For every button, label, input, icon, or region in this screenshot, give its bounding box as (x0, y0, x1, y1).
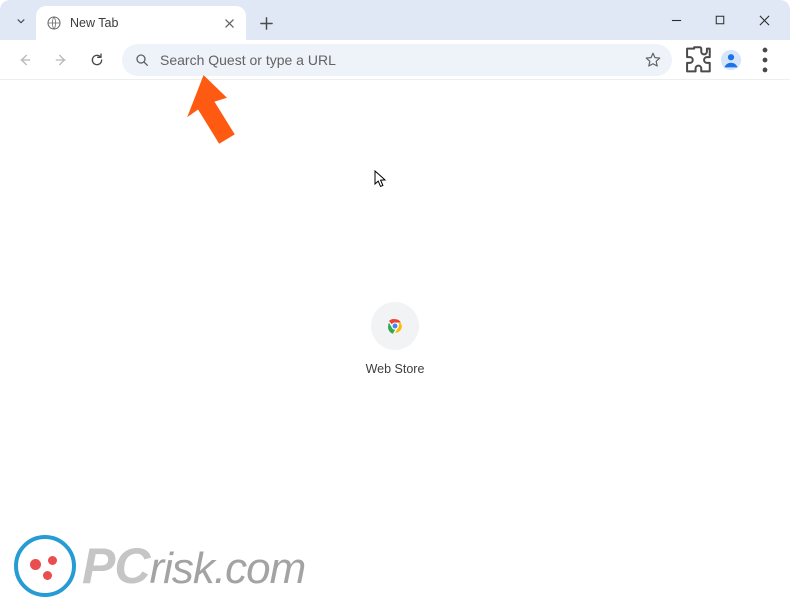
close-icon (759, 15, 770, 26)
browser-toolbar (0, 40, 790, 80)
new-tab-page: Web Store (0, 80, 790, 613)
chevron-down-icon (14, 14, 28, 28)
shortcut-web-store[interactable]: Web Store (339, 302, 451, 376)
puzzle-icon (680, 43, 714, 77)
new-tab-button[interactable] (252, 9, 280, 37)
extensions-button[interactable] (680, 43, 714, 77)
address-bar[interactable] (122, 44, 672, 76)
forward-button[interactable] (44, 43, 78, 77)
maximize-icon (715, 15, 725, 25)
tab-close-button[interactable] (220, 14, 238, 32)
search-icon (134, 52, 150, 68)
tab-strip: New Tab (0, 0, 790, 40)
kebab-icon (748, 43, 782, 77)
web-store-icon (384, 315, 406, 337)
window-controls (654, 0, 786, 40)
shortcut-label: Web Store (366, 362, 425, 376)
address-input[interactable] (160, 52, 644, 68)
arrow-left-icon (17, 52, 33, 68)
shortcut-icon-bubble (371, 302, 419, 350)
reload-icon (89, 52, 105, 68)
window-maximize-button[interactable] (698, 0, 742, 40)
tab-search-dropdown[interactable] (6, 6, 36, 36)
plus-icon (260, 17, 273, 30)
reload-button[interactable] (80, 43, 114, 77)
bookmark-button[interactable] (644, 51, 662, 69)
arrow-right-icon (53, 52, 69, 68)
window-close-button[interactable] (742, 0, 786, 40)
globe-icon (46, 15, 62, 31)
back-button[interactable] (8, 43, 42, 77)
window-minimize-button[interactable] (654, 0, 698, 40)
star-icon (644, 51, 662, 69)
browser-tab-active[interactable]: New Tab (36, 6, 246, 40)
tab-title: New Tab (70, 16, 220, 30)
profile-avatar[interactable] (718, 47, 744, 73)
close-icon (225, 19, 234, 28)
menu-button[interactable] (748, 43, 782, 77)
person-icon (720, 49, 742, 71)
minimize-icon (671, 15, 682, 26)
shortcuts-row: Web Store (339, 302, 451, 376)
